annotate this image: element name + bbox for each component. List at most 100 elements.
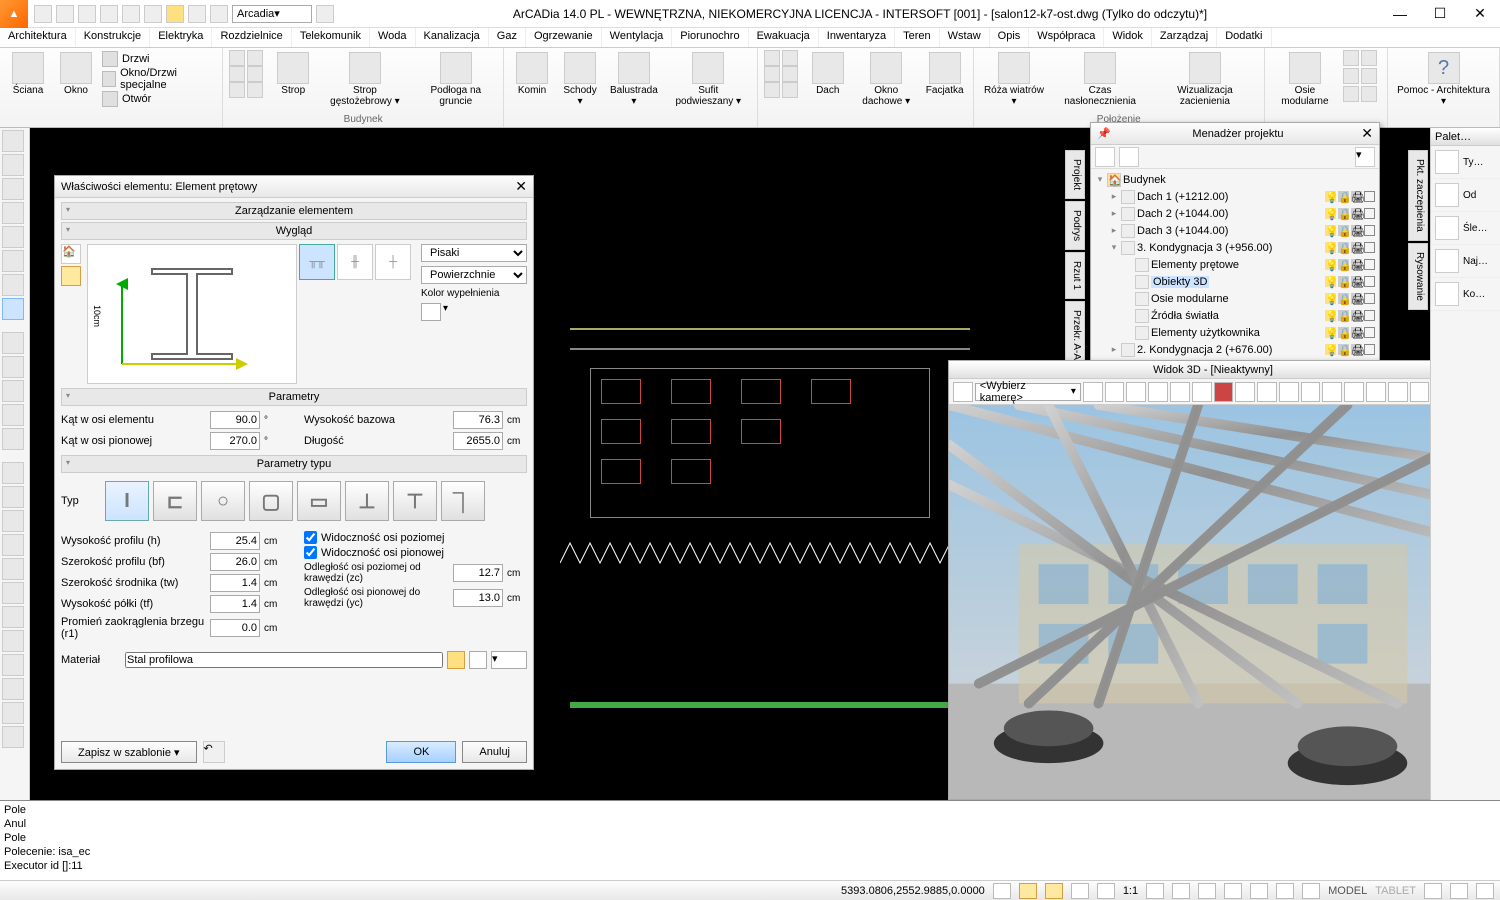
view-icon-home[interactable]: 🏠: [61, 244, 81, 264]
ribbon-sufit[interactable]: Sufit podwieszany ▾: [666, 50, 751, 109]
chk-hax[interactable]: [304, 531, 317, 544]
qat-sun-icon[interactable]: [188, 5, 206, 23]
type-box[interactable]: ▢: [249, 481, 293, 521]
ribbon-czas[interactable]: Czas nasłonecznienia: [1052, 50, 1148, 109]
sb-15[interactable]: [1476, 883, 1494, 899]
pm-tool-2[interactable]: [1119, 147, 1139, 167]
lt-icon-5[interactable]: [2, 226, 24, 248]
v3d-camera-combo[interactable]: <Wybierz kamerę> ▾: [975, 383, 1081, 401]
lt-icon-6[interactable]: [2, 250, 24, 272]
input-material[interactable]: [125, 652, 443, 668]
qat-layer-icon[interactable]: [316, 5, 334, 23]
lt-icon-1[interactable]: [2, 130, 24, 152]
color-swatch[interactable]: [421, 303, 441, 321]
layer-combo[interactable]: Arcadia ▾: [232, 5, 312, 23]
v3d-tool-15[interactable]: [1366, 382, 1386, 402]
project-tree[interactable]: ▾🏠Budynek▸Dach 1 (+1212.00)💡🔒🖨▸Dach 2 (+…: [1091, 169, 1379, 360]
ribbon-podloga[interactable]: Podłoga na gruncie: [415, 50, 497, 109]
ribbon-osie[interactable]: Osie modularne: [1271, 50, 1339, 109]
pm-tool-1[interactable]: [1095, 147, 1115, 167]
input-tf[interactable]: [210, 595, 260, 613]
combo-powierzchnie[interactable]: Powierzchnie: [421, 266, 527, 284]
lt-icon-7[interactable]: [2, 274, 24, 296]
qat-open-icon[interactable]: [56, 5, 74, 23]
minimize-button[interactable]: —: [1380, 0, 1420, 28]
sb-4[interactable]: [1071, 883, 1089, 899]
lt-icon-18[interactable]: [2, 558, 24, 580]
input-bf[interactable]: [210, 553, 260, 571]
ribbon-tab-współpraca[interactable]: Współpraca: [1029, 28, 1104, 47]
combo-pisaki[interactable]: Pisaki: [421, 244, 527, 262]
type-c[interactable]: ⊏: [153, 481, 197, 521]
ribbon-tab-wentylacja[interactable]: Wentylacja: [602, 28, 673, 47]
lt-icon-19[interactable]: [2, 582, 24, 604]
palette-item[interactable]: Śle…: [1431, 212, 1500, 245]
lt-icon-3[interactable]: [2, 178, 24, 200]
maximize-button[interactable]: ☐: [1420, 0, 1460, 28]
lt-icon-16[interactable]: [2, 510, 24, 532]
qat-new-icon[interactable]: [34, 5, 52, 23]
ribbon-tab-architektura[interactable]: Architektura: [0, 28, 76, 47]
ribbon-wizual[interactable]: Wizualizacja zacienienia: [1152, 50, 1258, 109]
lt-icon-17[interactable]: [2, 534, 24, 556]
lt-icon-11[interactable]: [2, 380, 24, 402]
lt-icon-2[interactable]: [2, 154, 24, 176]
type-z[interactable]: ⏋: [441, 481, 485, 521]
input-wys-baz[interactable]: [453, 411, 503, 429]
sidetab-Projekt[interactable]: Projekt: [1065, 150, 1085, 199]
ribbon-schody[interactable]: Schody ▾: [558, 50, 602, 109]
ribbon-komin[interactable]: Komin: [510, 50, 554, 98]
tree-node[interactable]: Źródła światła💡🔒🖨: [1095, 307, 1375, 324]
ribbon-tab-dodatki[interactable]: Dodatki: [1217, 28, 1271, 47]
lt-icon-22[interactable]: [2, 654, 24, 676]
sb-5[interactable]: [1097, 883, 1115, 899]
palette-item[interactable]: Od: [1431, 179, 1500, 212]
ribbon-sciana[interactable]: Ściana: [6, 50, 50, 98]
input-kat-elem[interactable]: [210, 411, 260, 429]
sb-10[interactable]: [1250, 883, 1268, 899]
v3d-tool-9[interactable]: [1235, 382, 1255, 402]
sb-1[interactable]: [993, 883, 1011, 899]
input-yc[interactable]: [453, 589, 503, 607]
tree-node[interactable]: Obiekty 3D💡🔒🖨: [1095, 273, 1375, 290]
tree-node[interactable]: Elementy użytkownika💡🔒🖨: [1095, 324, 1375, 341]
tree-node[interactable]: ▸Dach 2 (+1044.00)💡🔒🖨: [1095, 205, 1375, 222]
type-i[interactable]: I: [105, 481, 149, 521]
ribbon-okno-dach[interactable]: Okno dachowe ▾: [854, 50, 919, 109]
sb-6[interactable]: [1146, 883, 1164, 899]
dialog-close-button[interactable]: ✕: [515, 178, 527, 195]
ribbon-tab-wstaw[interactable]: Wstaw: [940, 28, 990, 47]
material-lib-icon[interactable]: [469, 651, 487, 669]
tree-node[interactable]: Elementy prętowe💡🔒🖨: [1095, 256, 1375, 273]
lt-icon-4[interactable]: [2, 202, 24, 224]
ribbon-tab-telekomunik[interactable]: Telekomunik: [292, 28, 370, 47]
v3d-tool-1[interactable]: [953, 382, 973, 402]
status-tablet[interactable]: TABLET: [1375, 885, 1416, 897]
ribbon-roza[interactable]: Róża wiatrów ▾: [980, 50, 1049, 109]
save-template-button[interactable]: Zapisz w szablonie ▾: [61, 741, 197, 763]
ribbon-tab-widok[interactable]: Widok: [1104, 28, 1152, 47]
v3d-tool-10[interactable]: [1257, 382, 1277, 402]
sb-11[interactable]: [1276, 883, 1294, 899]
ribbon-facjatka[interactable]: Facjatka: [923, 50, 967, 98]
sb-7[interactable]: [1172, 883, 1190, 899]
tree-node[interactable]: ▾3. Kondygnacja 3 (+956.00)💡🔒🖨: [1095, 239, 1375, 256]
v3d-tool-12[interactable]: [1301, 382, 1321, 402]
ribbon-tab-kanalizacja[interactable]: Kanalizacja: [416, 28, 489, 47]
tree-node[interactable]: Osie modularne💡🔒🖨: [1095, 290, 1375, 307]
sidetab-Rzut 1[interactable]: Rzut 1: [1065, 252, 1085, 299]
section-manage[interactable]: Zarządzanie elementem: [61, 202, 527, 220]
lt-icon-10[interactable]: [2, 356, 24, 378]
lt-icon-12[interactable]: [2, 404, 24, 426]
input-zc[interactable]: [453, 564, 503, 582]
lt-icon-13[interactable]: [2, 428, 24, 450]
type-o[interactable]: ○: [201, 481, 245, 521]
view-icon-3d[interactable]: [61, 266, 81, 286]
sb-9[interactable]: [1224, 883, 1242, 899]
ribbon-balustrada[interactable]: Balustrada ▾: [606, 50, 662, 109]
qat-save-icon[interactable]: [78, 5, 96, 23]
ribbon-tab-konstrukcje[interactable]: Konstrukcje: [76, 28, 150, 47]
v3d-tool-13[interactable]: [1322, 382, 1342, 402]
ribbon-pomoc[interactable]: ?Pomoc - Architektura ▾: [1394, 50, 1493, 109]
shape-h3[interactable]: ┼: [375, 244, 411, 280]
